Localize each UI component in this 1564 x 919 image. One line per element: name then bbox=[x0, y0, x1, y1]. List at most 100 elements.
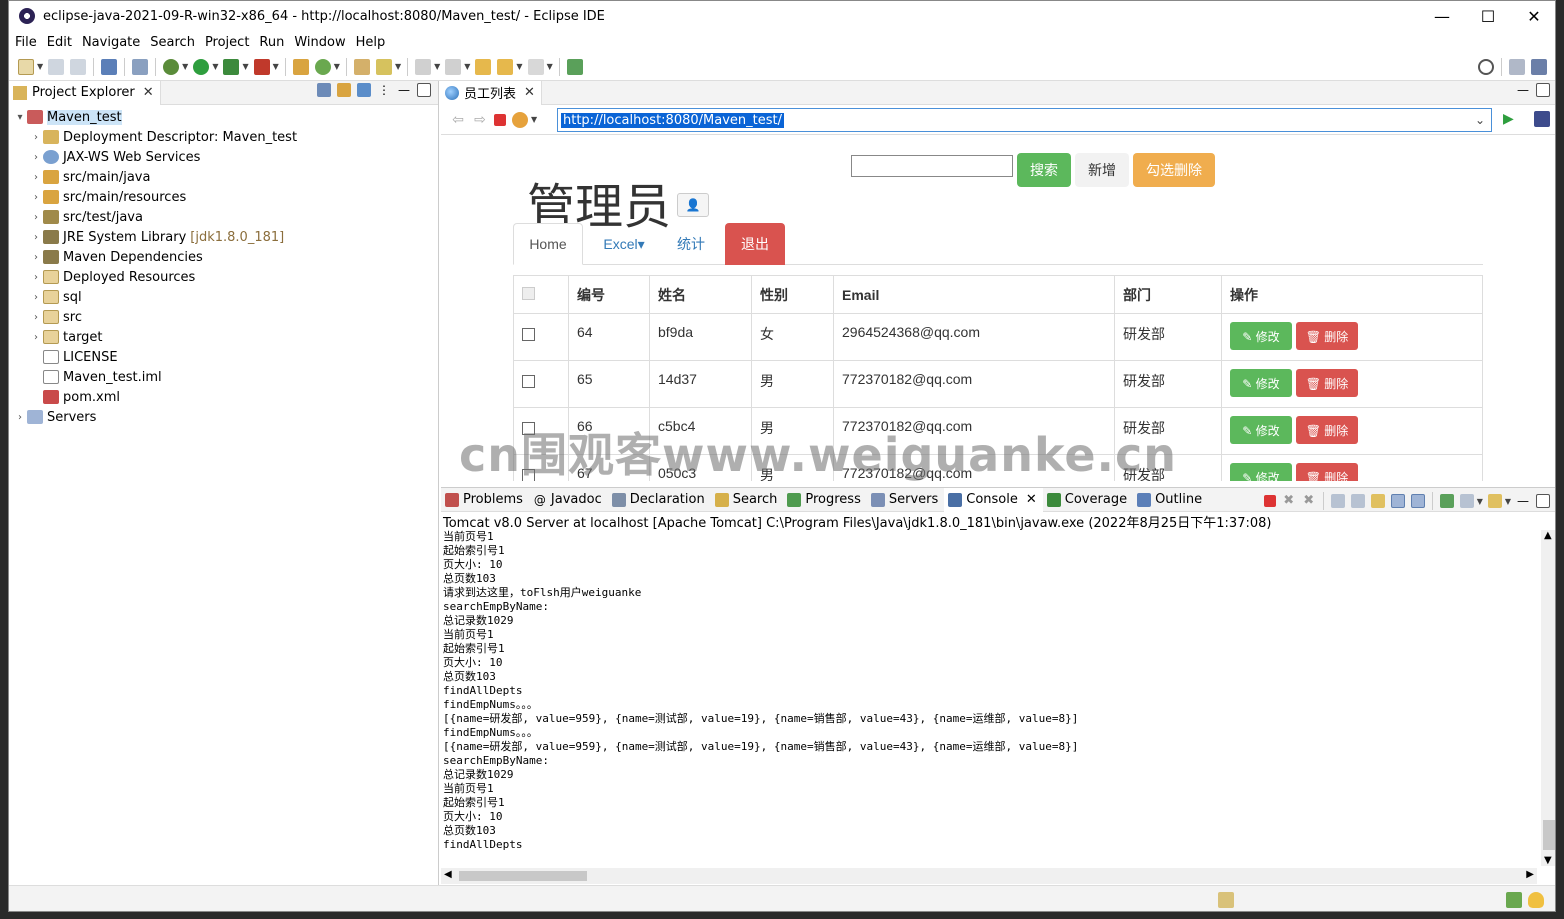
maximize-button[interactable]: ☐ bbox=[1465, 1, 1511, 31]
close-icon[interactable]: ✕ bbox=[524, 85, 535, 100]
row-checkbox[interactable] bbox=[522, 469, 535, 481]
user-icon[interactable]: 👤 bbox=[677, 193, 709, 217]
tree-item-pom-xml[interactable]: pom.xml bbox=[9, 387, 438, 407]
tab-coverage[interactable]: Coverage bbox=[1043, 488, 1133, 512]
close-button[interactable]: ✕ bbox=[1511, 1, 1555, 31]
new-java-package-icon[interactable] bbox=[292, 58, 309, 75]
stop-icon[interactable] bbox=[494, 113, 506, 126]
tree-item-jre-library[interactable]: › JRE System Library [jdk1.8.0_181] bbox=[9, 227, 438, 247]
menu-run[interactable]: Run bbox=[259, 35, 284, 50]
tab-progress[interactable]: Progress bbox=[783, 488, 866, 512]
menu-edit[interactable]: Edit bbox=[47, 35, 72, 50]
forward-dropdown-icon[interactable]: ▼ bbox=[547, 62, 553, 71]
tree-item-sql[interactable]: › sql bbox=[9, 287, 438, 307]
tab-logout[interactable]: 退出 bbox=[725, 223, 785, 265]
chevron-right-icon[interactable]: › bbox=[29, 132, 43, 143]
last-edit-location-icon[interactable] bbox=[475, 58, 492, 75]
show-on-stderr-icon[interactable] bbox=[1410, 494, 1425, 508]
tab-stats[interactable]: 统计 bbox=[659, 223, 723, 265]
search-icon[interactable] bbox=[1478, 58, 1494, 75]
minimize-icon[interactable]: — bbox=[1516, 83, 1530, 97]
tree-item-src-main-resources[interactable]: › src/main/resources bbox=[9, 187, 438, 207]
go-icon[interactable]: ▶ bbox=[1503, 111, 1514, 127]
chevron-right-icon[interactable]: › bbox=[29, 192, 43, 203]
tab-employee-list[interactable]: 员工列表 ✕ bbox=[441, 80, 542, 105]
tab-search[interactable]: Search bbox=[711, 488, 784, 512]
filter-icon[interactable] bbox=[357, 83, 371, 97]
menu-project[interactable]: Project bbox=[205, 35, 249, 50]
search-input[interactable] bbox=[851, 155, 1013, 177]
clear-console-icon[interactable] bbox=[1330, 494, 1345, 508]
tree-item-src[interactable]: › src bbox=[9, 307, 438, 327]
delete-button[interactable]: 🗑 删除 bbox=[1296, 369, 1358, 397]
tab-javadoc[interactable]: @ Javadoc bbox=[529, 488, 608, 512]
eclipse-browser-icon[interactable] bbox=[1534, 111, 1550, 127]
skip-breakpoints-icon[interactable] bbox=[132, 58, 149, 75]
word-wrap-icon[interactable] bbox=[1370, 494, 1385, 508]
display-console-icon[interactable] bbox=[1459, 494, 1474, 508]
scroll-right-icon[interactable]: ▶ bbox=[1526, 869, 1534, 880]
tree-item-maven-test[interactable]: ▾ Maven_test bbox=[9, 107, 438, 127]
link-with-editor-icon[interactable] bbox=[337, 83, 351, 97]
chevron-right-icon[interactable]: › bbox=[29, 292, 43, 303]
row-checkbox[interactable] bbox=[522, 328, 535, 341]
tip-lightbulb-icon[interactable] bbox=[1528, 892, 1544, 908]
open-task-icon[interactable] bbox=[375, 58, 392, 75]
delete-button[interactable]: 🗑 删除 bbox=[1296, 416, 1358, 444]
pin-console-icon[interactable] bbox=[1439, 494, 1454, 508]
tab-home[interactable]: Home bbox=[513, 223, 583, 265]
forward-icon[interactable] bbox=[527, 58, 544, 75]
tree-item-maven-dependencies[interactable]: › Maven Dependencies bbox=[9, 247, 438, 267]
scrollbar-thumb[interactable] bbox=[459, 871, 587, 881]
tab-console[interactable]: Console ✕ bbox=[944, 487, 1043, 512]
previous-annotation-icon[interactable] bbox=[445, 58, 462, 75]
row-checkbox[interactable] bbox=[522, 422, 535, 435]
new-class-dropdown-icon[interactable]: ▼ bbox=[334, 62, 340, 71]
status-icon[interactable] bbox=[1218, 892, 1234, 908]
tree-item-deployment-descriptor[interactable]: › Deployment Descriptor: Maven_test bbox=[9, 127, 438, 147]
save-all-icon[interactable] bbox=[70, 58, 87, 75]
back-icon[interactable]: ⇦ bbox=[450, 112, 466, 128]
scroll-up-icon[interactable]: ▲ bbox=[1544, 530, 1552, 541]
chevron-right-icon[interactable]: › bbox=[29, 252, 43, 263]
save-icon[interactable] bbox=[48, 58, 65, 75]
tree-item-deployed-resources[interactable]: › Deployed Resources bbox=[9, 267, 438, 287]
scrollbar-thumb[interactable] bbox=[1543, 820, 1555, 850]
external-tools-icon[interactable] bbox=[253, 58, 270, 75]
open-task-dropdown-icon[interactable]: ▼ bbox=[395, 62, 401, 71]
menu-file[interactable]: File bbox=[15, 35, 37, 50]
notifications-icon[interactable] bbox=[1506, 892, 1522, 908]
minimize-icon[interactable]: — bbox=[397, 83, 411, 97]
back-icon[interactable] bbox=[497, 58, 514, 75]
tree-item-servers[interactable]: › Servers bbox=[9, 407, 438, 427]
scroll-down-icon[interactable]: ▼ bbox=[1544, 855, 1552, 866]
vertical-scrollbar[interactable]: ▲ ▼ bbox=[1541, 530, 1555, 866]
next-annotation-icon[interactable] bbox=[415, 58, 432, 75]
tab-problems[interactable]: Problems bbox=[441, 488, 529, 512]
open-perspective-icon[interactable] bbox=[1509, 58, 1525, 75]
chevron-right-icon[interactable]: › bbox=[29, 332, 43, 343]
back-dropdown-icon[interactable]: ▼ bbox=[516, 62, 522, 71]
terminate-icon[interactable] bbox=[1263, 495, 1276, 507]
chevron-right-icon[interactable]: › bbox=[29, 312, 43, 323]
refresh-icon[interactable] bbox=[512, 111, 528, 128]
maximize-icon[interactable] bbox=[417, 83, 431, 97]
remove-all-launches-icon[interactable]: ✖ bbox=[1302, 494, 1316, 508]
new-icon[interactable] bbox=[18, 58, 34, 75]
tree-item-maven-test-iml[interactable]: Maven_test.iml bbox=[9, 367, 438, 387]
row-checkbox[interactable] bbox=[522, 375, 535, 388]
tab-project-explorer[interactable]: Project Explorer ✕ bbox=[9, 80, 161, 105]
add-button[interactable]: 新增 bbox=[1075, 153, 1129, 187]
refresh-dropdown-icon[interactable]: ▼ bbox=[531, 115, 537, 124]
chevron-right-icon[interactable]: › bbox=[29, 152, 43, 163]
collapse-all-icon[interactable] bbox=[317, 83, 331, 97]
close-icon[interactable]: ✕ bbox=[1026, 492, 1037, 507]
maximize-icon[interactable] bbox=[1536, 494, 1550, 508]
edit-button[interactable]: ✎ 修改 bbox=[1230, 463, 1292, 481]
debug-dropdown-icon[interactable]: ▼ bbox=[182, 62, 188, 71]
open-type-icon[interactable] bbox=[353, 58, 370, 75]
tab-excel[interactable]: Excel▾ bbox=[589, 223, 659, 265]
tree-item-license[interactable]: LICENSE bbox=[9, 347, 438, 367]
scroll-lock-icon[interactable] bbox=[1350, 494, 1365, 508]
chevron-right-icon[interactable]: › bbox=[29, 172, 43, 183]
